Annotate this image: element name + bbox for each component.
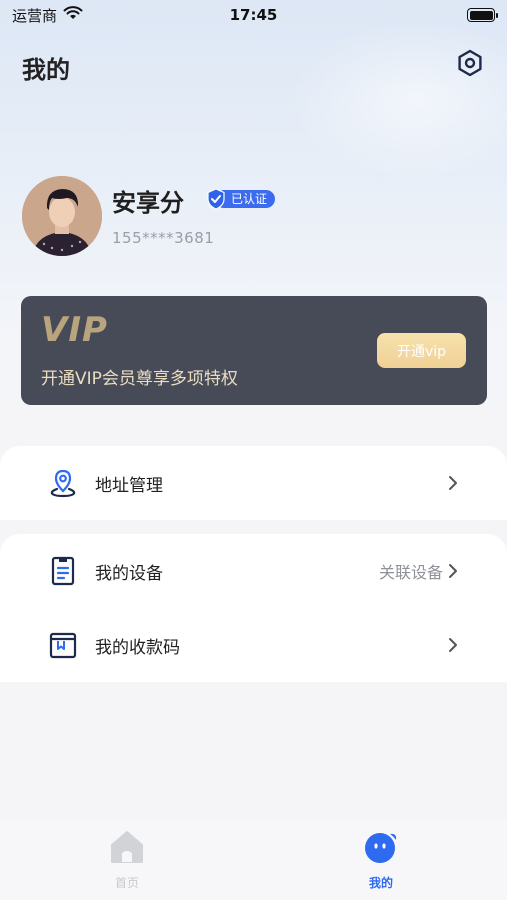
tab-mine-label: 我的 (368, 876, 393, 890)
vip-card[interactable]: VIP 开通VIP会员尊享多项特权 开通vip (21, 296, 487, 405)
chevron-right-icon (447, 473, 459, 493)
chevron-right-icon (447, 635, 459, 655)
vip-logo: VIP (41, 310, 108, 350)
settings-button[interactable] (455, 49, 485, 81)
avatar[interactable] (22, 176, 102, 256)
tab-home-label: 首页 (114, 876, 139, 890)
devices-card: 我的设备 关联设备 我的收款码 (0, 534, 507, 682)
clipboard-icon (48, 556, 78, 586)
status-bar: 运营商 17:45 (0, 0, 507, 30)
tab-home[interactable]: 首页 (87, 830, 167, 890)
open-vip-button[interactable]: 开通vip (377, 333, 466, 368)
menu-label-devices: 我的设备 (95, 563, 163, 584)
header-decoration (287, 20, 507, 180)
home-icon (109, 830, 145, 868)
menu-label-address: 地址管理 (95, 475, 163, 496)
wifi-icon (63, 6, 83, 24)
menu-row-payment-code[interactable]: 我的收款码 (0, 608, 507, 682)
wallet-icon (48, 630, 78, 660)
carrier-label: 运营商 (12, 6, 58, 25)
menu-row-devices[interactable]: 我的设备 关联设备 (0, 534, 507, 608)
tab-bar: 首页 我的 (0, 820, 507, 900)
status-left: 运营商 (12, 5, 83, 26)
tab-mine[interactable]: 我的 (341, 830, 421, 890)
address-card: 地址管理 (0, 446, 507, 520)
menu-row-address[interactable]: 地址管理 (0, 446, 507, 520)
menu-sub-devices: 关联设备 (378, 563, 443, 582)
settings-hexagon-icon (456, 49, 484, 81)
user-name: 安享分 (112, 189, 184, 217)
page-title: 我的 (22, 56, 70, 84)
menu-label-payment-code: 我的收款码 (95, 637, 180, 658)
vip-description: 开通VIP会员尊享多项特权 (41, 369, 238, 389)
verified-shield-icon (205, 188, 227, 210)
battery-icon (467, 8, 498, 22)
status-time: 17:45 (229, 6, 278, 24)
chevron-right-icon (447, 561, 459, 581)
location-pin-icon (48, 468, 78, 498)
user-phone: 155****3681 (112, 229, 215, 247)
verified-badge: 已认证 (205, 188, 276, 210)
mine-face-icon (363, 830, 399, 868)
